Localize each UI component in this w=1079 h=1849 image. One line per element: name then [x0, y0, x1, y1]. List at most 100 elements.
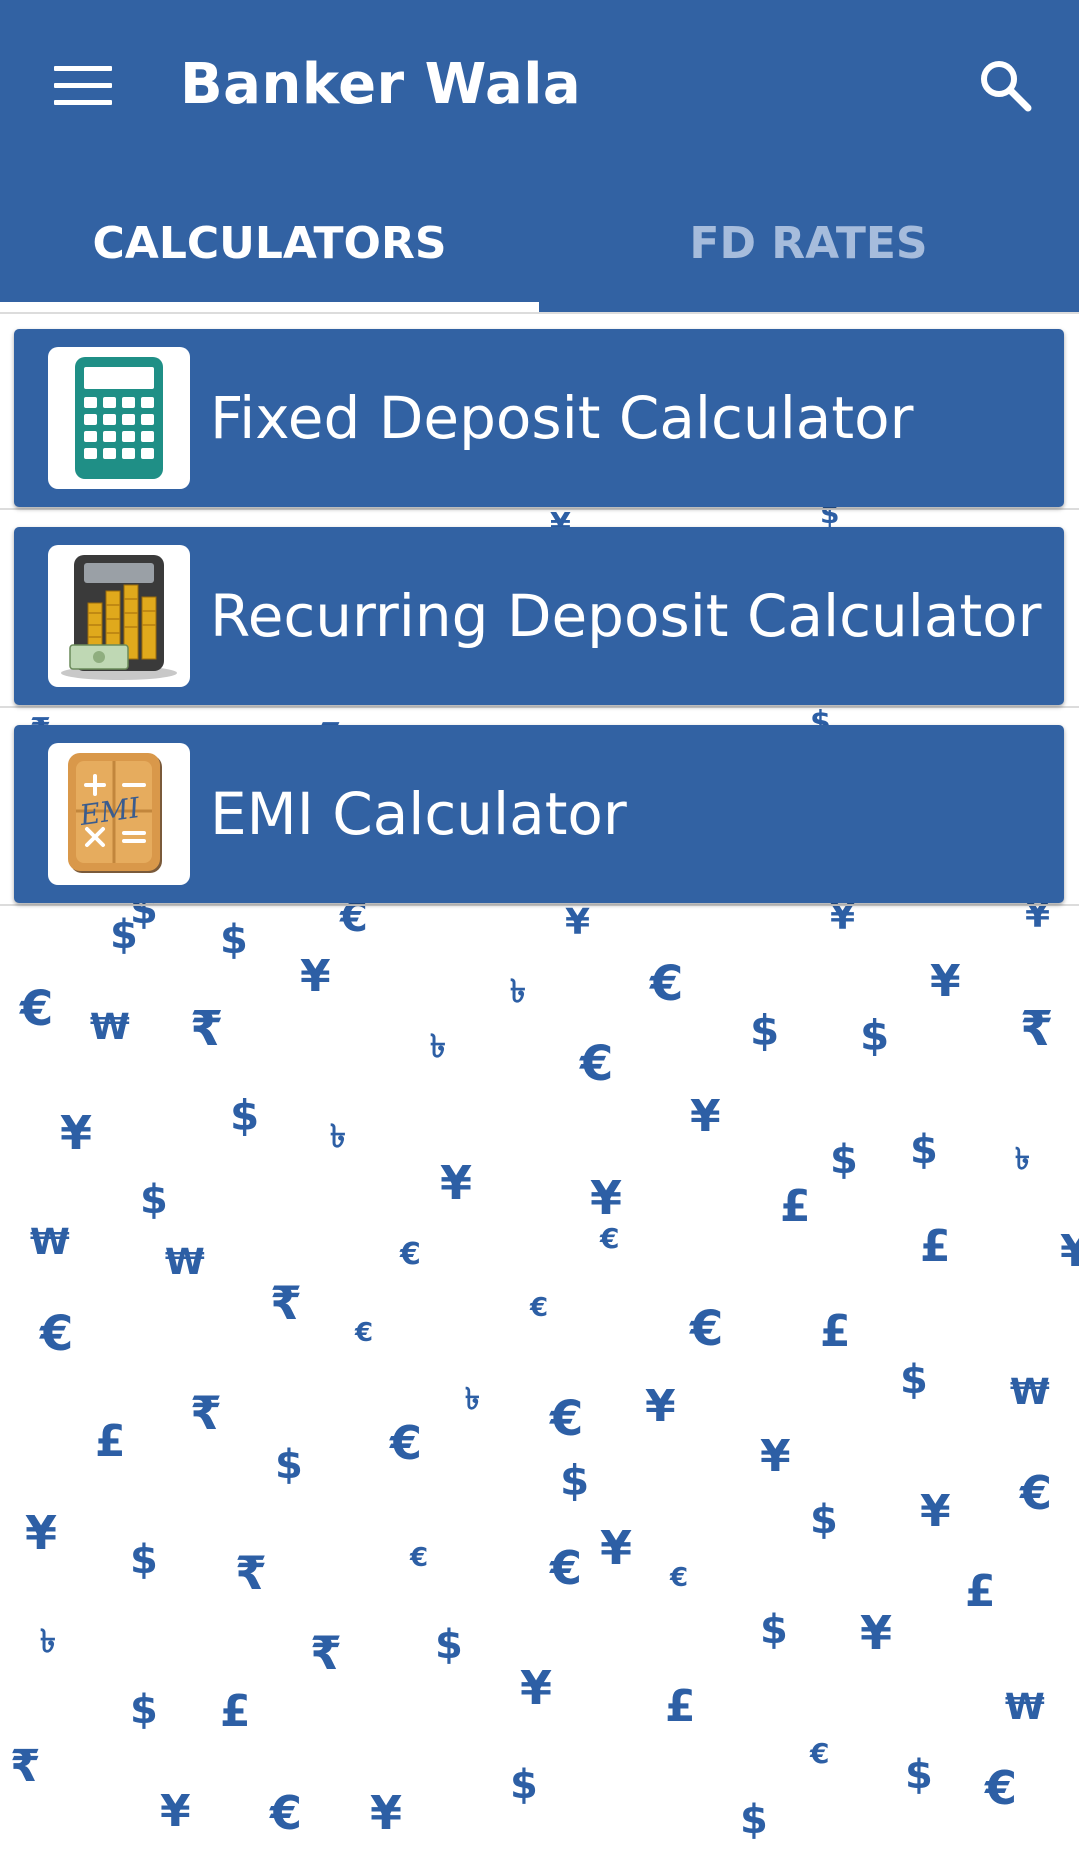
- currency-symbol: ৳: [330, 1117, 346, 1155]
- calculator-icon: [48, 347, 190, 489]
- card-label: EMI Calculator: [210, 780, 627, 848]
- currency-symbol: ¥: [590, 1171, 623, 1225]
- tab-fd-rates[interactable]: FD RATES: [539, 190, 1078, 312]
- currency-symbol: ₹: [270, 1276, 303, 1330]
- currency-symbol: €: [810, 1737, 830, 1770]
- card-label: Recurring Deposit Calculator: [210, 582, 1042, 650]
- currency-symbol: €: [390, 1416, 423, 1470]
- currency-symbol: €: [690, 1301, 724, 1357]
- hamburger-menu-icon[interactable]: [54, 66, 112, 106]
- currency-symbol: $: [750, 1006, 780, 1055]
- currency-symbol: $: [230, 1091, 260, 1140]
- currency-symbol: £: [220, 1686, 251, 1737]
- currency-symbol: €: [650, 956, 684, 1012]
- currency-symbol: ¥: [930, 956, 961, 1007]
- emi-calculator-card[interactable]: EMI EMI Calculator: [14, 725, 1064, 903]
- currency-symbol: £: [965, 1566, 996, 1617]
- tab-bar: CALCULATORS FD RATES: [0, 190, 1079, 312]
- currency-symbol: ₩: [165, 1242, 205, 1283]
- currency-symbol: €: [270, 1786, 303, 1840]
- currency-symbol: €: [580, 1036, 614, 1092]
- currency-symbol: ¥: [690, 1091, 721, 1142]
- currency-symbol: $: [905, 1752, 933, 1798]
- currency-symbol: ¥: [1060, 1226, 1079, 1277]
- list-divider: [0, 904, 1079, 906]
- emi-calculator-icon: EMI: [48, 743, 190, 885]
- currency-symbol: ¥: [600, 1521, 633, 1575]
- recurring-deposit-calculator-card[interactable]: Recurring Deposit Calculator: [14, 527, 1064, 705]
- tab-label: CALCULATORS: [92, 218, 447, 269]
- currency-symbol: ₩: [1005, 1687, 1045, 1728]
- currency-symbol: €: [355, 1318, 374, 1348]
- coins-calculator-icon: [48, 545, 190, 687]
- currency-symbol: £: [780, 1181, 811, 1232]
- currency-symbol: ¥: [60, 1106, 93, 1160]
- currency-symbol: $: [140, 1177, 168, 1223]
- currency-symbol: $: [435, 1622, 463, 1668]
- list-divider: [0, 508, 1079, 510]
- currency-symbol: ৳: [430, 1027, 446, 1065]
- currency-symbol: $: [560, 1456, 590, 1505]
- currency-symbol: £: [665, 1681, 696, 1732]
- currency-symbol: ¥: [440, 1156, 473, 1210]
- currency-symbol: ৳: [465, 1382, 480, 1417]
- app-title: Banker Wala: [180, 52, 582, 117]
- search-icon[interactable]: [976, 56, 1036, 116]
- currency-symbol: £: [820, 1306, 851, 1357]
- currency-symbol: £: [95, 1416, 126, 1467]
- currency-symbol: ₩: [90, 1007, 130, 1048]
- currency-symbol: €: [985, 1761, 1018, 1815]
- currency-symbol: ¥: [160, 1786, 191, 1837]
- currency-symbol: ₩: [30, 1222, 70, 1263]
- tab-label: FD RATES: [689, 218, 928, 269]
- currency-symbol: ¥: [300, 951, 331, 1002]
- currency-symbol: $: [760, 1607, 788, 1653]
- currency-symbol: ₹: [1020, 1001, 1054, 1057]
- currency-symbol: ¥: [520, 1661, 553, 1715]
- currency-symbol: ¥: [25, 1506, 58, 1560]
- currency-symbol: ¥: [565, 902, 591, 943]
- currency-symbol: $: [910, 1127, 938, 1173]
- tab-calculators[interactable]: CALCULATORS: [0, 190, 539, 312]
- currency-symbol: £: [920, 1221, 951, 1272]
- currency-symbol: €: [400, 1237, 421, 1272]
- currency-symbol: $: [830, 1137, 858, 1183]
- currency-symbol: $: [275, 1442, 303, 1488]
- currency-symbol: ¥: [920, 1486, 951, 1537]
- currency-symbol: $: [740, 1797, 768, 1843]
- currency-symbol: ¥: [860, 1606, 893, 1660]
- currency-symbol: $: [220, 917, 248, 963]
- currency-symbol: $: [810, 1497, 838, 1543]
- currency-symbol: ৳: [510, 972, 526, 1010]
- fixed-deposit-calculator-card[interactable]: Fixed Deposit Calculator: [14, 329, 1064, 507]
- currency-symbol: €: [550, 1391, 584, 1447]
- currency-symbol: ¥: [760, 1431, 791, 1482]
- currency-symbol: ¥: [370, 1786, 403, 1840]
- currency-symbol: €: [530, 1293, 549, 1323]
- currency-symbol: ₹: [190, 1386, 223, 1440]
- list-divider: [0, 312, 1079, 314]
- currency-symbol: €: [600, 1222, 620, 1255]
- currency-symbol: €: [550, 1541, 583, 1595]
- currency-symbol: ₹: [10, 1741, 41, 1792]
- currency-symbol: €: [670, 1563, 689, 1593]
- card-label: Fixed Deposit Calculator: [210, 384, 914, 452]
- currency-symbol: ₹: [235, 1546, 268, 1600]
- list-divider: [0, 706, 1079, 708]
- currency-symbol: $: [510, 1762, 538, 1808]
- currency-symbol: ₹: [190, 1001, 224, 1057]
- currency-symbol: ৳: [1015, 1142, 1030, 1177]
- currency-symbol: ₩: [1010, 1372, 1050, 1413]
- currency-symbol: ৳: [40, 1622, 56, 1660]
- selected-tab-indicator: [0, 302, 539, 312]
- currency-symbol: $: [130, 1687, 158, 1733]
- currency-symbol: €: [40, 1306, 74, 1362]
- currency-symbol: €: [1020, 1466, 1053, 1520]
- currency-symbol: €: [410, 1543, 429, 1573]
- currency-symbol: $: [900, 1357, 928, 1403]
- app-bar: Banker Wala CALCULATORS FD RATES: [0, 0, 1079, 312]
- currency-symbol: €: [20, 981, 54, 1037]
- currency-symbol: ₹: [310, 1626, 343, 1680]
- currency-symbol: ¥: [645, 1381, 676, 1432]
- currency-symbol: $: [860, 1011, 890, 1060]
